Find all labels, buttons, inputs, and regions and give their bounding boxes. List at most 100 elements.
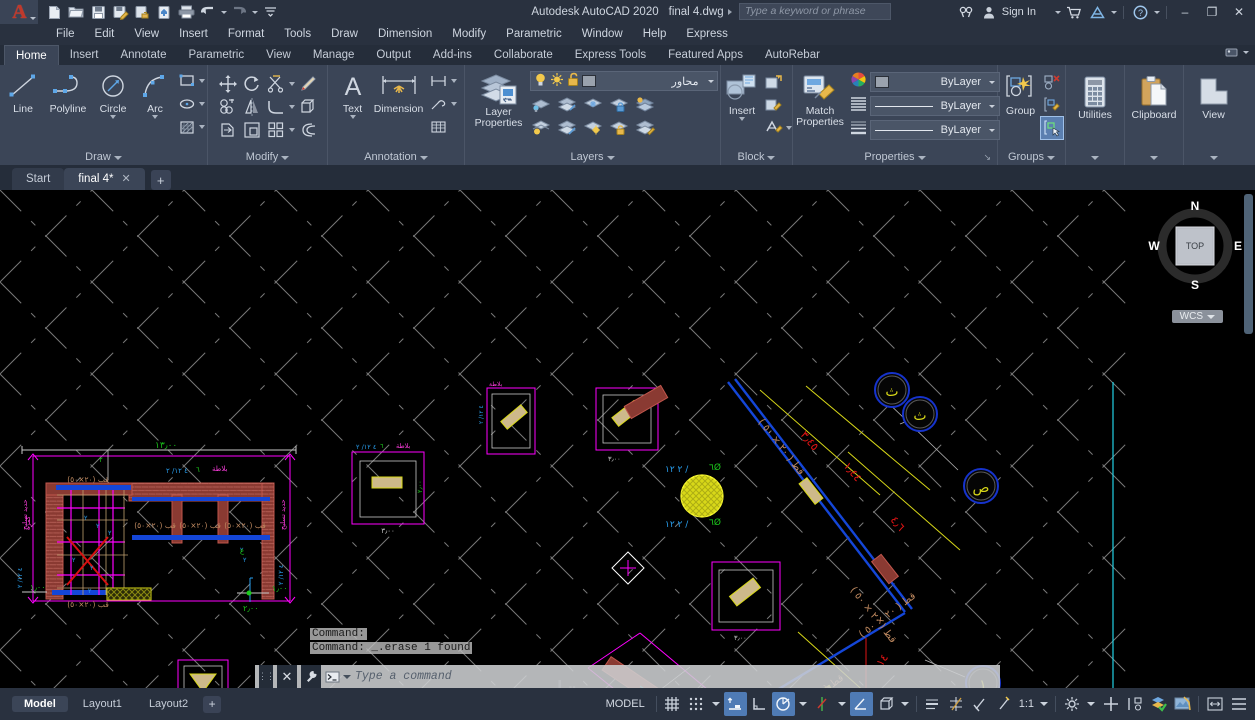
scale-icon[interactable] [241, 119, 263, 141]
ellipse-icon[interactable] [176, 93, 198, 115]
leader-icon[interactable] [428, 93, 450, 115]
linetype-combo-caret-icon[interactable] [989, 104, 995, 108]
rectangle-icon[interactable] [176, 70, 198, 92]
application-menu-button[interactable]: A [0, 0, 38, 24]
command-line-grip[interactable]: ⋮⋮ [258, 665, 275, 688]
layout-tab-model[interactable]: Model [12, 696, 68, 712]
menu-item-draw[interactable]: Draw [321, 24, 368, 45]
group-selection-on-icon[interactable] [1039, 116, 1064, 140]
model-space-button[interactable]: MODEL [599, 696, 652, 712]
ribbon-tab-view[interactable]: View [255, 45, 302, 65]
lineweight-icon[interactable] [850, 119, 867, 141]
annotation-scale-value[interactable]: 1:1 [1017, 698, 1036, 710]
menu-item-format[interactable]: Format [218, 24, 274, 45]
rotate-icon[interactable] [241, 73, 263, 95]
transparency-toggle[interactable] [945, 692, 968, 716]
lineweight-combo-caret-icon[interactable] [989, 128, 995, 132]
layout-tab-layout1[interactable]: Layout1 [71, 696, 134, 712]
text-dropdown-caret-icon[interactable] [349, 115, 356, 119]
dimension-button[interactable]: Dimension [370, 67, 428, 115]
osnap-toggle[interactable] [849, 692, 873, 716]
a360-caret-icon[interactable] [1111, 10, 1117, 14]
clean-screen-icon[interactable] [1171, 692, 1194, 716]
menu-item-help[interactable]: Help [633, 24, 677, 45]
layer-thaw-icon[interactable] [582, 116, 604, 138]
customization-menu-icon[interactable] [1227, 692, 1250, 716]
array-icon[interactable] [265, 119, 287, 141]
hatch-icon[interactable] [176, 116, 198, 138]
move-icon[interactable] [217, 73, 239, 95]
menu-item-file[interactable]: File [46, 24, 85, 45]
menu-item-insert[interactable]: Insert [169, 24, 218, 45]
ribbon-tab-featured-apps[interactable]: Featured Apps [657, 45, 754, 65]
ribbon-options-caret-icon[interactable] [1243, 51, 1249, 54]
panel-title-properties[interactable]: Properties ↘ [795, 150, 995, 165]
polyline-button[interactable]: Polyline [44, 67, 92, 115]
menu-item-parametric[interactable]: Parametric [496, 24, 572, 45]
panel-expand-caret-icon[interactable] [1047, 155, 1056, 160]
unlock-icon[interactable] [567, 72, 579, 90]
layer-color-swatch[interactable] [581, 75, 596, 87]
insert-block-button[interactable]: Insert [721, 69, 763, 121]
close-button[interactable]: ✕ [1227, 1, 1251, 23]
edit-attribute-icon[interactable] [763, 117, 785, 139]
array-caret-icon[interactable] [288, 128, 295, 132]
trim-caret-icon[interactable] [288, 82, 295, 86]
layer-isolate-icon[interactable] [530, 93, 552, 115]
document-tab-close-icon[interactable]: ✕ [121, 168, 130, 190]
hatch-caret-icon[interactable] [199, 125, 205, 129]
leader-caret-icon[interactable] [450, 102, 457, 106]
panel-expand-caret-icon[interactable] [767, 155, 776, 160]
group-edit-icon[interactable] [1041, 94, 1063, 116]
annotation-monitor-toggle[interactable] [993, 692, 1016, 716]
document-tab-start[interactable]: Start [12, 168, 65, 190]
line-button[interactable]: Line [2, 67, 44, 115]
restore-button[interactable]: ❐ [1200, 1, 1224, 23]
polar-caret-icon[interactable] [798, 702, 807, 706]
trim-icon[interactable] [265, 73, 287, 95]
command-line-options-icon[interactable] [301, 665, 321, 688]
3d-osnap-toggle[interactable] [874, 692, 897, 716]
grid-display-toggle[interactable] [661, 692, 684, 716]
ribbon-tab-collaborate[interactable]: Collaborate [483, 45, 564, 65]
ungroup-icon[interactable] [1041, 71, 1063, 93]
panel-expand-caret-icon[interactable] [606, 155, 615, 160]
layer-off-icon[interactable] [530, 116, 552, 138]
lineweight-toggle[interactable] [921, 692, 944, 716]
layout-tab-layout2[interactable]: Layout2 [137, 696, 200, 712]
redo-icon[interactable] [229, 2, 249, 22]
ortho-mode-toggle[interactable] [748, 692, 771, 716]
panel-expand-caret-icon[interactable] [113, 155, 122, 160]
scale-caret-icon[interactable] [1040, 702, 1048, 706]
ribbon-tab-autorebar[interactable]: AutoRebar [754, 45, 831, 65]
panel-title-view[interactable] [1186, 150, 1241, 165]
ribbon-tab-output[interactable]: Output [365, 45, 422, 65]
user-account-icon[interactable] [979, 2, 999, 22]
panel-title-block[interactable]: Block [723, 150, 790, 165]
linear-dim-caret-icon[interactable] [450, 79, 457, 83]
fillet-icon[interactable] [265, 96, 287, 118]
create-block-icon[interactable] [763, 71, 785, 93]
command-line-close-icon[interactable]: ✕ [277, 665, 297, 688]
export-icon[interactable] [132, 2, 152, 22]
ribbon-tab-insert[interactable]: Insert [59, 45, 110, 65]
help-icon[interactable]: ? [1130, 2, 1150, 22]
menu-item-window[interactable]: Window [572, 24, 633, 45]
ellipse-caret-icon[interactable] [199, 102, 205, 106]
edit-block-icon[interactable] [763, 94, 785, 116]
3dosnap-caret-icon[interactable] [900, 702, 909, 706]
lineweight-control-combo[interactable]: ByLayer [870, 120, 1000, 140]
panel-expand-caret-icon[interactable] [1150, 155, 1158, 160]
search-dropdown-caret-icon[interactable] [728, 8, 735, 15]
layer-combo-caret-icon[interactable] [707, 79, 714, 83]
offset-icon[interactable] [297, 119, 319, 141]
sun-icon[interactable] [550, 72, 564, 90]
panel-expand-caret-icon[interactable] [1209, 155, 1218, 160]
menu-item-edit[interactable]: Edit [85, 24, 125, 45]
menu-item-tools[interactable]: Tools [274, 24, 321, 45]
infer-constraints-toggle[interactable] [723, 692, 747, 716]
polar-tracking-toggle[interactable] [771, 692, 795, 716]
text-button[interactable]: A Text [336, 67, 370, 119]
ribbon-display-options[interactable] [1225, 47, 1249, 58]
command-prompt-icon[interactable] [325, 668, 351, 685]
